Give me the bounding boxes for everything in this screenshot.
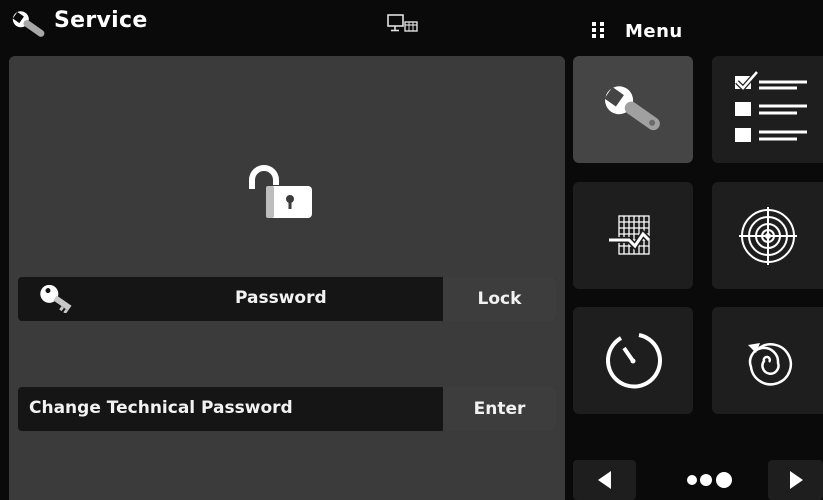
remote-connection-icon[interactable]: [387, 14, 445, 36]
timer-icon: [606, 332, 662, 388]
password-row: Password Lock: [18, 277, 556, 321]
unlocked-padlock-icon: [249, 165, 312, 218]
page-indicator: [687, 472, 732, 488]
trend-chart-icon: [609, 214, 652, 255]
menu-tile-target[interactable]: [712, 182, 823, 289]
arrow-left-icon: [597, 471, 611, 489]
menu-tile-service[interactable]: [573, 56, 693, 163]
arrow-right-icon: [789, 471, 803, 489]
menu-tile-trend[interactable]: [573, 182, 693, 289]
change-technical-password-label: Change Technical Password: [29, 398, 293, 418]
menu-tile-checklist[interactable]: [712, 56, 823, 163]
target-icon: [738, 206, 797, 265]
enter-button[interactable]: Enter: [443, 387, 556, 431]
previous-page-button[interactable]: [573, 460, 636, 500]
lock-button[interactable]: Lock: [443, 277, 556, 321]
wrench-icon: [604, 85, 660, 130]
menu-title[interactable]: Menu: [625, 21, 683, 42]
wrench-icon: [12, 11, 45, 37]
menu-tile-spiral[interactable]: [712, 307, 823, 414]
spiral-icon: [747, 342, 792, 386]
next-page-button[interactable]: [768, 460, 823, 500]
key-icon: [40, 285, 72, 313]
password-label: Password: [235, 288, 327, 308]
menu-grid-icon[interactable]: [590, 20, 608, 38]
checklist-icon: [734, 69, 807, 142]
change-technical-password-row: Change Technical Password Enter: [18, 387, 556, 431]
page-title: Service: [54, 8, 148, 33]
menu-tile-timer[interactable]: [573, 307, 693, 414]
